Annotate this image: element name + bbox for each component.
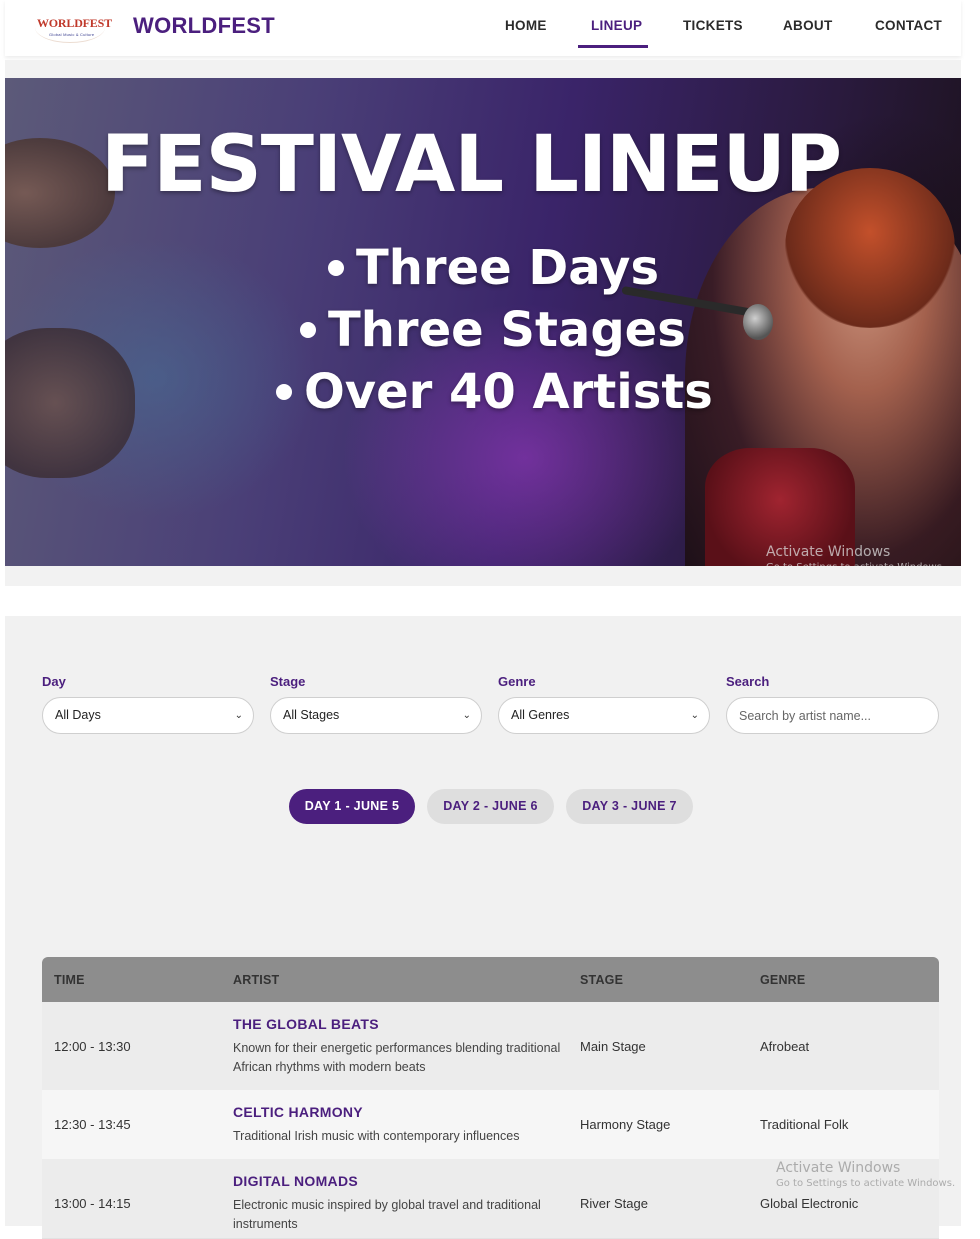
site-header: WORLDFEST Global Music & Culture WORLDFE…: [5, 0, 961, 56]
windows-watermark-lower: Activate Windows Go to Settings to activ…: [776, 1160, 956, 1189]
site-logo[interactable]: WORLDFEST Global Music & Culture: [35, 10, 112, 44]
nav-active-indicator: [578, 45, 648, 48]
bullet-dot: [300, 322, 316, 338]
row-artist-description: Electronic music inspired by global trav…: [233, 1198, 541, 1231]
hero-bullet-artists: Over 40 Artists: [276, 364, 713, 420]
table-row[interactable]: 12:30 - 13:45 CELTIC HARMONY Traditional…: [42, 1090, 939, 1160]
day-filter-label: Day: [42, 674, 66, 689]
hero-drummer-hand-lower: [5, 328, 135, 478]
row-stage: Main Stage: [580, 1039, 646, 1054]
col-genre: GENRE: [760, 973, 806, 987]
day-tab-1[interactable]: DAY 1 - JUNE 5: [289, 789, 415, 824]
day-tab-2[interactable]: DAY 2 - JUNE 6: [427, 789, 554, 824]
day-select-value: All Days: [55, 708, 101, 722]
bullet-dot: [328, 260, 344, 276]
stage-filter-label: Stage: [270, 674, 306, 689]
chevron-down-icon: ⌄: [690, 710, 699, 721]
day-tab-3[interactable]: DAY 3 - JUNE 7: [566, 789, 693, 824]
logo-text: WORLDFEST: [37, 16, 112, 30]
row-artist-description: Traditional Irish music with contemporar…: [233, 1129, 520, 1143]
search-filter-label: Search: [726, 674, 770, 689]
lineup-table-header: TIME ARTIST STAGE GENRE: [42, 957, 939, 1002]
row-time: 12:30 - 13:45: [54, 1117, 131, 1132]
row-stage: Harmony Stage: [580, 1117, 671, 1132]
row-genre: Global Electronic: [760, 1196, 859, 1211]
row-artist-name[interactable]: DIGITAL NOMADS: [233, 1173, 358, 1189]
col-time: TIME: [54, 973, 85, 987]
nav-home[interactable]: HOME: [505, 18, 547, 33]
row-time: 13:00 - 14:15: [54, 1196, 131, 1211]
genre-select-value: All Genres: [511, 708, 570, 722]
hero-title: FESTIVAL LINEUP: [101, 120, 842, 210]
row-time: 12:00 - 13:30: [54, 1039, 131, 1054]
chevron-down-icon: ⌄: [462, 710, 471, 721]
logo-subtext: Global Music & Culture: [49, 32, 95, 37]
artist-search-input[interactable]: [726, 697, 939, 734]
nav-about[interactable]: ABOUT: [783, 18, 833, 33]
hero-drummer-hand: [5, 138, 115, 248]
hero-bullet-days: Three Days: [328, 240, 659, 296]
genre-select[interactable]: All Genres ⌄: [498, 697, 710, 734]
genre-filter-label: Genre: [498, 674, 536, 689]
row-artist-name[interactable]: CELTIC HARMONY: [233, 1104, 363, 1120]
row-artist-description: Known for their energetic performances b…: [233, 1041, 561, 1074]
day-select[interactable]: All Days ⌄: [42, 697, 254, 734]
windows-watermark: Activate Windows Go to Settings to activ…: [766, 544, 945, 566]
bullet-dot: [276, 384, 292, 400]
nav-contact[interactable]: CONTACT: [875, 18, 942, 33]
hero-top-gap: [5, 60, 961, 78]
row-artist-name[interactable]: THE GLOBAL BEATS: [233, 1016, 379, 1032]
chevron-down-icon: ⌄: [234, 710, 243, 721]
hero-microphone-head: [743, 304, 773, 340]
col-artist: ARTIST: [233, 973, 280, 987]
col-stage: STAGE: [580, 973, 624, 987]
hero-bottom-gap: [5, 566, 961, 586]
stage-select[interactable]: All Stages ⌄: [270, 697, 482, 734]
hero-bullet-stages: Three Stages: [300, 302, 686, 358]
row-stage: River Stage: [580, 1196, 648, 1211]
nav-tickets[interactable]: TICKETS: [683, 18, 743, 33]
row-genre: Afrobeat: [760, 1039, 810, 1054]
row-genre: Traditional Folk: [760, 1117, 849, 1132]
brand-name[interactable]: WORLDFEST: [133, 13, 275, 39]
stage-select-value: All Stages: [283, 708, 340, 722]
table-row[interactable]: 12:00 - 13:30 THE GLOBAL BEATS Known for…: [42, 1002, 939, 1091]
nav-lineup[interactable]: LINEUP: [591, 18, 642, 33]
hero-banner: FESTIVAL LINEUP Three Days Three Stages …: [5, 78, 961, 566]
